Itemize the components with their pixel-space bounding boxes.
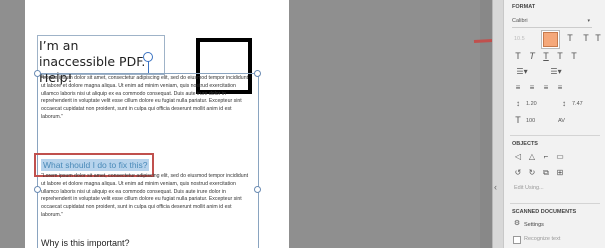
font-color-swatch[interactable] — [543, 32, 558, 47]
format-panel: FORMAT Calibri ▾ 10.5 T T T T T T T T ☰▾… — [503, 0, 605, 248]
replace-image-icon[interactable]: ⧉ — [540, 167, 552, 179]
paragraph-spacing-value[interactable]: 7.47 — [572, 101, 583, 107]
pdf-page: I’m an inaccessible PDF. Help! “Lorem ip… — [25, 0, 289, 248]
text-style-icon[interactable]: T — [568, 50, 580, 62]
subscript-icon[interactable]: T — [592, 32, 604, 44]
justify-icon[interactable]: ≡ — [554, 82, 566, 94]
bullet-list-icon[interactable]: ☰▾ — [512, 66, 532, 78]
rotate-handle-line — [148, 61, 149, 73]
align-center-icon[interactable]: ≡ — [526, 82, 538, 94]
recognize-text-label: Recognize text — [524, 236, 561, 242]
objects-title: OBJECTS — [512, 141, 538, 147]
resize-handle-top-left[interactable] — [34, 70, 41, 77]
subheading-highlighted[interactable]: What should I do to fix this? — [41, 159, 150, 171]
paragraph-1[interactable]: “Lorem ipsum dolor sit amet, consectetur… — [41, 75, 253, 122]
arrange-icon[interactable]: ▭ — [554, 151, 566, 163]
superscript-icon[interactable]: T — [580, 32, 592, 44]
edit-using-menu[interactable]: Edit Using... — [514, 185, 544, 191]
font-name: Calibri — [512, 18, 528, 24]
align-objects-icon[interactable]: ⊞ — [554, 167, 566, 179]
crop-icon[interactable]: ⌐ — [540, 151, 552, 163]
font-size-value[interactable]: 10.5 — [514, 36, 525, 42]
italic-icon[interactable]: T — [526, 50, 538, 62]
document-canvas: I’m an inaccessible PDF. Help! “Lorem ip… — [0, 0, 480, 248]
rotate-left-icon[interactable]: ↺ — [512, 167, 524, 179]
resize-handle-right[interactable] — [254, 186, 261, 193]
scale-value[interactable]: 100 — [526, 118, 535, 124]
strikethrough-icon[interactable]: T — [554, 50, 566, 62]
rotate-handle[interactable] — [143, 52, 153, 62]
paragraph-2[interactable]: “Lorem ipsum dolor sit amet, consectetur… — [41, 173, 253, 220]
chevron-down-icon: ▾ — [587, 18, 590, 24]
resize-handle-top-right[interactable] — [254, 70, 261, 77]
divider — [510, 203, 600, 204]
paragraph-spacing-icon: ↕ — [562, 99, 566, 108]
divider — [510, 135, 600, 136]
underline-icon[interactable]: T — [540, 50, 552, 62]
numbered-list-icon[interactable]: ☰▾ — [546, 66, 566, 78]
horizontal-scale-icon: T — [515, 115, 521, 125]
format-title: FORMAT — [512, 4, 536, 10]
rotate-right-icon[interactable]: ↻ — [526, 167, 538, 179]
font-dropdown[interactable]: Calibri ▾ — [512, 16, 592, 28]
gear-icon[interactable]: ⚙ — [512, 218, 522, 230]
scanned-documents-title: SCANNED DOCUMENTS — [512, 209, 577, 215]
flip-vertical-icon[interactable]: ◁ — [512, 151, 524, 163]
text-size-icon[interactable]: T — [564, 32, 576, 44]
heading-3[interactable]: Why is this important? — [41, 238, 130, 248]
align-right-icon[interactable]: ≡ — [540, 82, 552, 94]
collapse-panel-icon[interactable]: ‹ — [494, 182, 497, 192]
bold-icon[interactable]: T — [512, 50, 524, 62]
flip-horizontal-icon[interactable]: △ — [526, 151, 538, 163]
settings-link[interactable]: Settings — [524, 222, 544, 228]
resize-handle-left[interactable] — [34, 186, 41, 193]
align-left-icon[interactable]: ≡ — [512, 82, 524, 94]
char-spacing-icon: AV — [558, 118, 565, 124]
line-spacing-value[interactable]: 1.20 — [526, 101, 537, 107]
recognize-text-checkbox[interactable] — [513, 236, 521, 244]
line-spacing-icon: ↕ — [516, 99, 520, 108]
